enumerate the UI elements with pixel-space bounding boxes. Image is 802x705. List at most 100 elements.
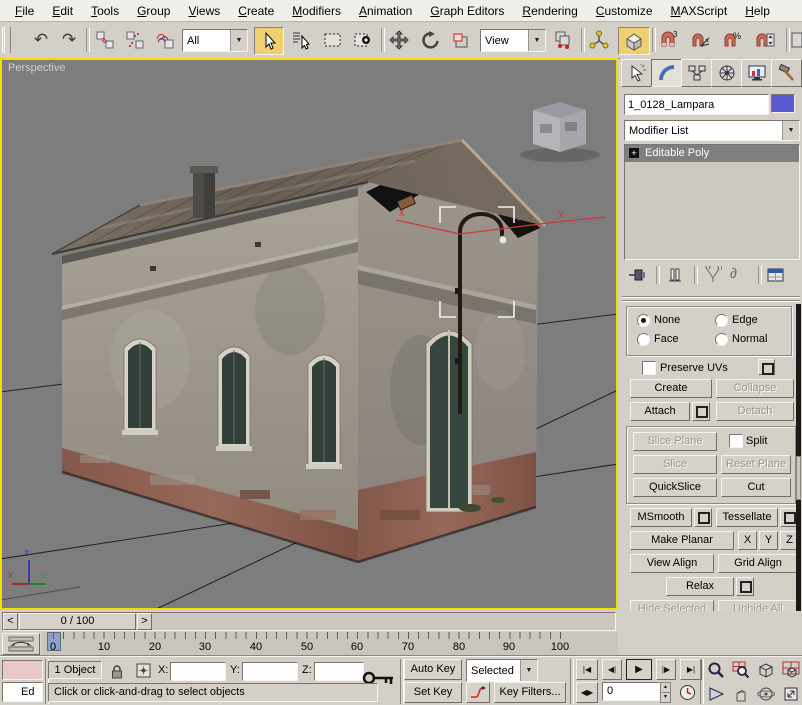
relax-settings-button[interactable] bbox=[736, 577, 754, 596]
set-key-button[interactable]: Set Key bbox=[404, 682, 462, 703]
bind-to-space-warp-icon[interactable] bbox=[152, 27, 178, 53]
default-in-out-tangents-button[interactable] bbox=[466, 682, 490, 703]
menu-maxscript[interactable]: MAXScript bbox=[662, 2, 737, 20]
menu-modifiers[interactable]: Modifiers bbox=[283, 2, 350, 20]
msmooth-button[interactable]: MSmooth bbox=[630, 508, 692, 527]
frame-spinner[interactable]: ▲ ▼ bbox=[660, 682, 671, 701]
object-name-field[interactable] bbox=[624, 94, 769, 115]
remove-modifier-icon[interactable]: ∂ bbox=[730, 265, 737, 281]
timeline-ruler[interactable]: 0 10 20 30 40 50 60 70 80 90 100 bbox=[42, 632, 618, 656]
preserve-uvs-settings-button[interactable] bbox=[758, 359, 775, 375]
toolbar-drag-handle[interactable] bbox=[2, 27, 11, 53]
modifier-list-dropdown[interactable]: Modifier List ▼ bbox=[624, 120, 800, 141]
make-planar-x-button[interactable]: X bbox=[738, 531, 757, 550]
grid-align-button[interactable]: Grid Align bbox=[718, 554, 798, 573]
attach-button[interactable]: Attach bbox=[630, 402, 690, 421]
chevron-down-icon[interactable]: ▼ bbox=[230, 30, 247, 51]
x-coordinate-field[interactable] bbox=[170, 662, 226, 681]
maxscript-listener-field[interactable]: Ed bbox=[2, 682, 43, 702]
house-model[interactable] bbox=[52, 140, 545, 562]
object-color-swatch[interactable] bbox=[771, 94, 795, 113]
preserve-uvs-checkbox[interactable] bbox=[642, 361, 656, 375]
relax-button[interactable]: Relax bbox=[666, 577, 734, 596]
perspective-viewport[interactable]: x y x y z bbox=[0, 58, 618, 610]
maxscript-macro-recorder-field[interactable] bbox=[2, 660, 43, 680]
menu-edit[interactable]: Edit bbox=[43, 2, 82, 20]
modifier-stack-list[interactable]: + Editable Poly bbox=[624, 144, 800, 260]
box-object[interactable] bbox=[520, 102, 600, 162]
tab-modify[interactable] bbox=[651, 59, 682, 87]
stack-expand-icon[interactable]: + bbox=[629, 148, 639, 158]
unlink-selection-icon[interactable] bbox=[122, 27, 148, 53]
select-and-move-icon[interactable] bbox=[386, 27, 412, 53]
menu-tools[interactable]: Tools bbox=[82, 2, 128, 20]
zoom-extents-button[interactable] bbox=[753, 658, 778, 681]
z-coordinate-field[interactable] bbox=[314, 662, 364, 681]
zoom-button[interactable] bbox=[703, 658, 728, 681]
zoom-all-button[interactable] bbox=[728, 658, 753, 681]
auto-key-button[interactable]: Auto Key bbox=[404, 659, 462, 680]
spinner-snap-toggle-icon[interactable] bbox=[752, 27, 778, 53]
undo-icon[interactable]: ↶ bbox=[28, 27, 54, 53]
cut-button[interactable]: Cut bbox=[721, 478, 791, 497]
select-and-scale-icon[interactable] bbox=[448, 27, 474, 53]
menu-graph-editors[interactable]: Graph Editors bbox=[421, 2, 513, 20]
constraint-normal-radio[interactable] bbox=[715, 333, 728, 346]
scrollbar-thumb[interactable] bbox=[796, 456, 801, 500]
make-unique-icon[interactable] bbox=[704, 266, 722, 284]
key-filters-button[interactable]: Key Filters... bbox=[494, 682, 566, 703]
view-align-button[interactable]: View Align bbox=[630, 554, 714, 573]
previous-frame-button[interactable]: ◀| bbox=[602, 659, 622, 680]
y-coordinate-field[interactable] bbox=[242, 662, 298, 681]
percent-snap-toggle-icon[interactable]: % bbox=[720, 27, 746, 53]
menu-file[interactable]: File bbox=[6, 2, 43, 20]
zoom-extents-all-button[interactable] bbox=[778, 658, 802, 681]
redo-icon[interactable]: ↷ bbox=[56, 27, 82, 53]
tab-motion[interactable] bbox=[711, 59, 742, 87]
tab-utilities[interactable] bbox=[771, 59, 802, 87]
pin-stack-icon[interactable] bbox=[628, 266, 648, 284]
pan-button[interactable] bbox=[728, 682, 753, 705]
key-filter-scope-dropdown[interactable]: Selected ▼ bbox=[466, 659, 538, 682]
stack-item-editable-poly[interactable]: + Editable Poly bbox=[625, 145, 799, 162]
go-to-start-button[interactable]: |◀ bbox=[576, 659, 598, 680]
menu-help[interactable]: Help bbox=[736, 2, 779, 20]
menu-rendering[interactable]: Rendering bbox=[513, 2, 586, 20]
spin-down-icon[interactable]: ▼ bbox=[660, 693, 671, 703]
select-by-name-icon[interactable] bbox=[288, 27, 314, 53]
angle-snap-toggle-icon[interactable] bbox=[688, 27, 714, 53]
keyboard-shortcut-override-toggle[interactable] bbox=[618, 27, 650, 55]
select-and-manipulate-icon[interactable] bbox=[586, 27, 612, 53]
arc-rotate-button[interactable] bbox=[753, 682, 778, 705]
split-checkbox[interactable] bbox=[729, 434, 743, 448]
go-to-end-button[interactable]: ▶| bbox=[680, 659, 702, 680]
field-of-view-button[interactable] bbox=[703, 682, 728, 705]
next-frame-button[interactable]: |▶ bbox=[656, 659, 676, 680]
make-planar-y-button[interactable]: Y bbox=[759, 531, 778, 550]
spin-up-icon[interactable]: ▲ bbox=[660, 682, 671, 693]
menu-create[interactable]: Create bbox=[229, 2, 283, 20]
use-pivot-point-center-icon[interactable] bbox=[550, 27, 576, 53]
play-button[interactable]: ▶ bbox=[626, 659, 652, 680]
make-planar-button[interactable]: Make Planar bbox=[630, 531, 734, 550]
clipped-toolbar-icon[interactable] bbox=[790, 27, 802, 53]
time-slider-handle[interactable]: 0 / 100 bbox=[19, 613, 136, 630]
window-crossing-toggle-icon[interactable] bbox=[350, 27, 376, 53]
chevron-down-icon[interactable]: ▼ bbox=[528, 30, 545, 51]
quickslice-button[interactable]: QuickSlice bbox=[633, 478, 717, 497]
menu-customize[interactable]: Customize bbox=[587, 2, 662, 20]
configure-modifier-sets-icon[interactable] bbox=[766, 266, 786, 284]
constraint-edge-radio[interactable] bbox=[715, 314, 728, 327]
attach-settings-button[interactable] bbox=[692, 402, 710, 421]
tessellate-button[interactable]: Tessellate bbox=[716, 508, 778, 527]
reference-coordinate-system-dropdown[interactable]: View ▼ bbox=[480, 29, 546, 52]
menu-group[interactable]: Group bbox=[128, 2, 179, 20]
current-frame-field[interactable]: 0 bbox=[602, 682, 660, 701]
select-object-button[interactable] bbox=[254, 27, 284, 55]
viewport-label[interactable]: Perspective bbox=[8, 62, 65, 74]
rollout-scrollbar[interactable] bbox=[796, 304, 801, 650]
chevron-down-icon[interactable]: ▼ bbox=[520, 660, 537, 681]
selection-filter-dropdown[interactable]: All ▼ bbox=[182, 29, 248, 52]
rectangular-selection-region-icon[interactable] bbox=[320, 27, 346, 53]
absolute-offset-mode-toggle[interactable] bbox=[132, 661, 154, 680]
